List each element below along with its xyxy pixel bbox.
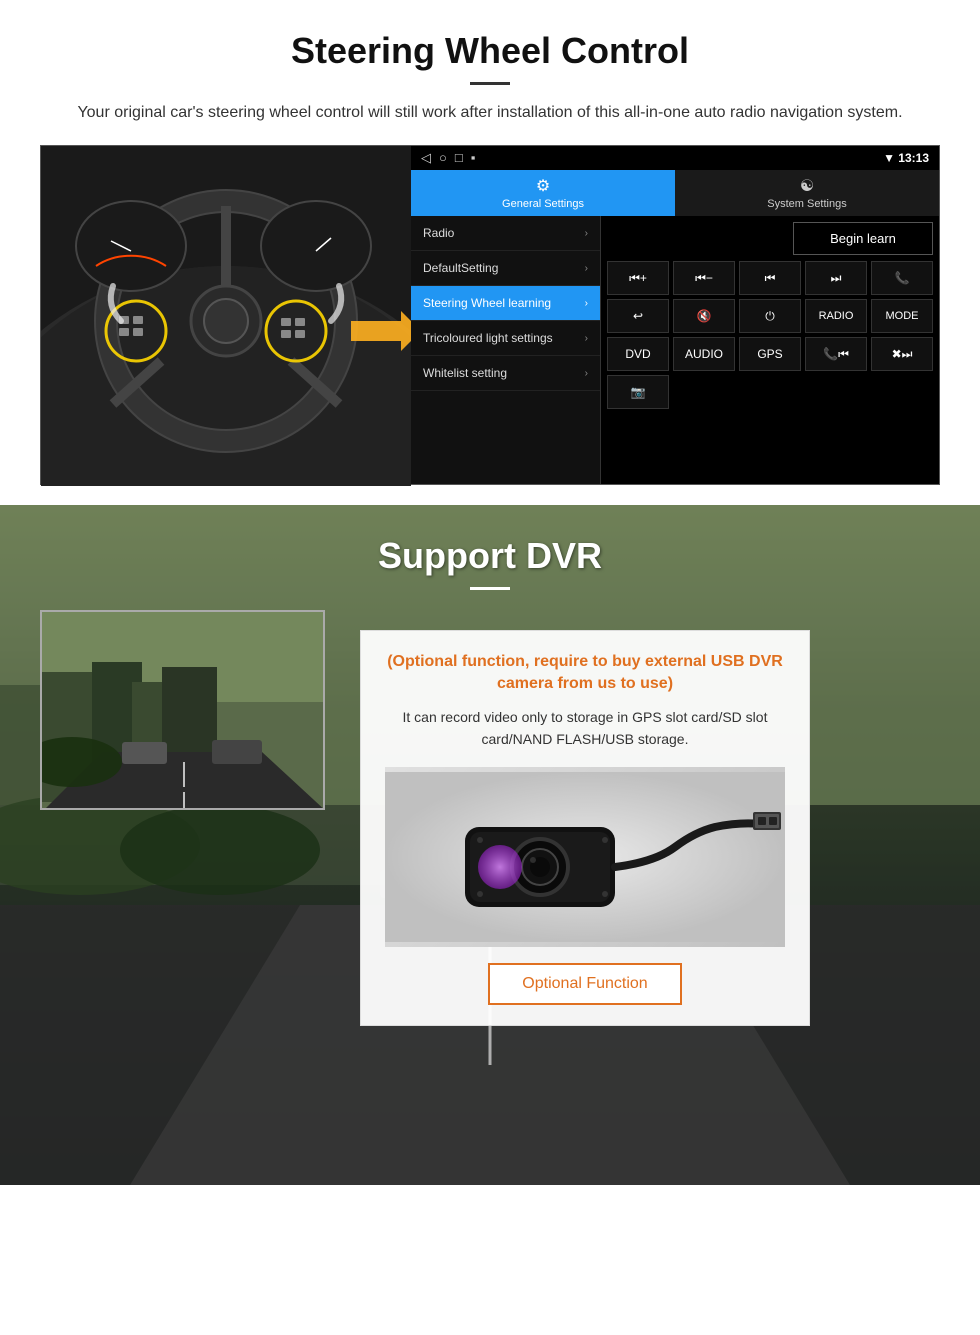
ctrl-phone-prev[interactable]: 📞⏮ <box>805 337 867 371</box>
signal-icon: ▼ <box>883 151 895 165</box>
optional-function-button[interactable]: Optional Function <box>488 963 681 1005</box>
dvr-content: Support DVR <box>0 505 980 1056</box>
button-grid-area: Begin learn ⏮+ ⏮− ⏮ ⏭ 📞 ↩ 🔇 ⏻ <box>601 216 939 484</box>
ctrl-vol-up[interactable]: ⏮+ <box>607 261 669 295</box>
menu-radio-label: Radio <box>423 226 454 240</box>
dvr-thumbnail <box>40 610 325 810</box>
ctrl-mode[interactable]: MODE <box>871 299 933 333</box>
chevron-icon: › <box>585 263 588 274</box>
gear-icon: ⚙ <box>536 176 550 196</box>
dvr-description: It can record video only to storage in G… <box>385 706 785 751</box>
ctrl-dvd[interactable]: DVD <box>607 337 669 371</box>
tab-general-settings[interactable]: ⚙ General Settings <box>411 170 675 216</box>
status-time: ▼ 13:13 <box>883 151 929 165</box>
menu-item-steering[interactable]: Steering Wheel learning › <box>411 286 600 321</box>
dvr-divider <box>470 587 510 590</box>
status-bar: ◁ ○ □ ▪ ▼ 13:13 <box>411 146 939 170</box>
menu-icon[interactable]: ▪ <box>471 150 476 166</box>
menu-item-whitelist[interactable]: Whitelist setting › <box>411 356 600 391</box>
dvr-info-card: (Optional function, require to buy exter… <box>360 630 810 1026</box>
ctrl-phone[interactable]: 📞 <box>871 261 933 295</box>
subtitle-text: Your original car's steering wheel contr… <box>60 101 920 125</box>
ctrl-back[interactable]: ↩ <box>607 299 669 333</box>
ctrl-cam[interactable]: 📷 <box>607 375 669 409</box>
steering-section: Steering Wheel Control Your original car… <box>0 0 980 505</box>
tab-bar: ⚙ General Settings ☯ System Settings <box>411 170 939 216</box>
tab-general-label: General Settings <box>502 198 584 210</box>
ctrl-vol-down[interactable]: ⏮− <box>673 261 735 295</box>
time-display: 13:13 <box>898 151 929 165</box>
control-row-1: ⏮+ ⏮− ⏮ ⏭ 📞 <box>607 261 933 295</box>
chevron-icon: › <box>585 298 588 309</box>
ctrl-audio[interactable]: AUDIO <box>673 337 735 371</box>
menu-tricolour-label: Tricoloured light settings <box>423 331 553 345</box>
menu-item-radio[interactable]: Radio › <box>411 216 600 251</box>
begin-learn-row: Begin learn <box>607 222 933 255</box>
ctrl-mute-next[interactable]: ✖⏭ <box>871 337 933 371</box>
nav-icons: ◁ ○ □ ▪ <box>421 150 475 166</box>
chevron-icon: › <box>585 368 588 379</box>
menu-default-label: DefaultSetting <box>423 261 498 275</box>
chevron-icon: › <box>585 228 588 239</box>
page-title: Steering Wheel Control <box>40 30 940 72</box>
dvr-camera-image <box>385 767 785 947</box>
ctrl-radio[interactable]: RADIO <box>805 299 867 333</box>
steering-wheel-image <box>41 146 411 486</box>
tab-system-label: System Settings <box>767 198 846 210</box>
settings-menu: Radio › DefaultSetting › Steering Wheel … <box>411 216 601 484</box>
control-row-3: DVD AUDIO GPS 📞⏮ ✖⏭ <box>607 337 933 371</box>
menu-content: Radio › DefaultSetting › Steering Wheel … <box>411 216 939 484</box>
back-icon[interactable]: ◁ <box>421 150 431 166</box>
ctrl-next[interactable]: ⏭ <box>805 261 867 295</box>
dvr-title: Support DVR <box>40 535 940 577</box>
menu-steering-label: Steering Wheel learning <box>423 296 551 310</box>
recents-icon[interactable]: □ <box>455 150 463 166</box>
menu-whitelist-label: Whitelist setting <box>423 366 507 380</box>
optional-title: (Optional function, require to buy exter… <box>385 651 785 696</box>
chevron-icon: › <box>585 333 588 344</box>
ctrl-prev[interactable]: ⏮ <box>739 261 801 295</box>
menu-item-defaultsetting[interactable]: DefaultSetting › <box>411 251 600 286</box>
begin-learn-button[interactable]: Begin learn <box>793 222 933 255</box>
title-divider <box>470 82 510 85</box>
optional-function-wrapper: Optional Function <box>385 963 785 1005</box>
dvr-layout: (Optional function, require to buy exter… <box>40 610 940 1026</box>
ctrl-mute[interactable]: 🔇 <box>673 299 735 333</box>
menu-item-tricolour[interactable]: Tricoloured light settings › <box>411 321 600 356</box>
tab-system-settings[interactable]: ☯ System Settings <box>675 170 939 216</box>
system-icon: ☯ <box>800 176 814 196</box>
android-panel: ◁ ○ □ ▪ ▼ 13:13 ⚙ General Settings ☯ <box>411 146 939 484</box>
android-ui-panel: ◁ ○ □ ▪ ▼ 13:13 ⚙ General Settings ☯ <box>40 145 940 485</box>
dvr-thumbnail-area <box>40 610 340 830</box>
control-row-2: ↩ 🔇 ⏻ RADIO MODE <box>607 299 933 333</box>
ctrl-gps[interactable]: GPS <box>739 337 801 371</box>
control-row-4: 📷 <box>607 375 933 409</box>
ctrl-power[interactable]: ⏻ <box>739 299 801 333</box>
home-icon[interactable]: ○ <box>439 150 447 166</box>
dvr-section: Support DVR <box>0 505 980 1185</box>
